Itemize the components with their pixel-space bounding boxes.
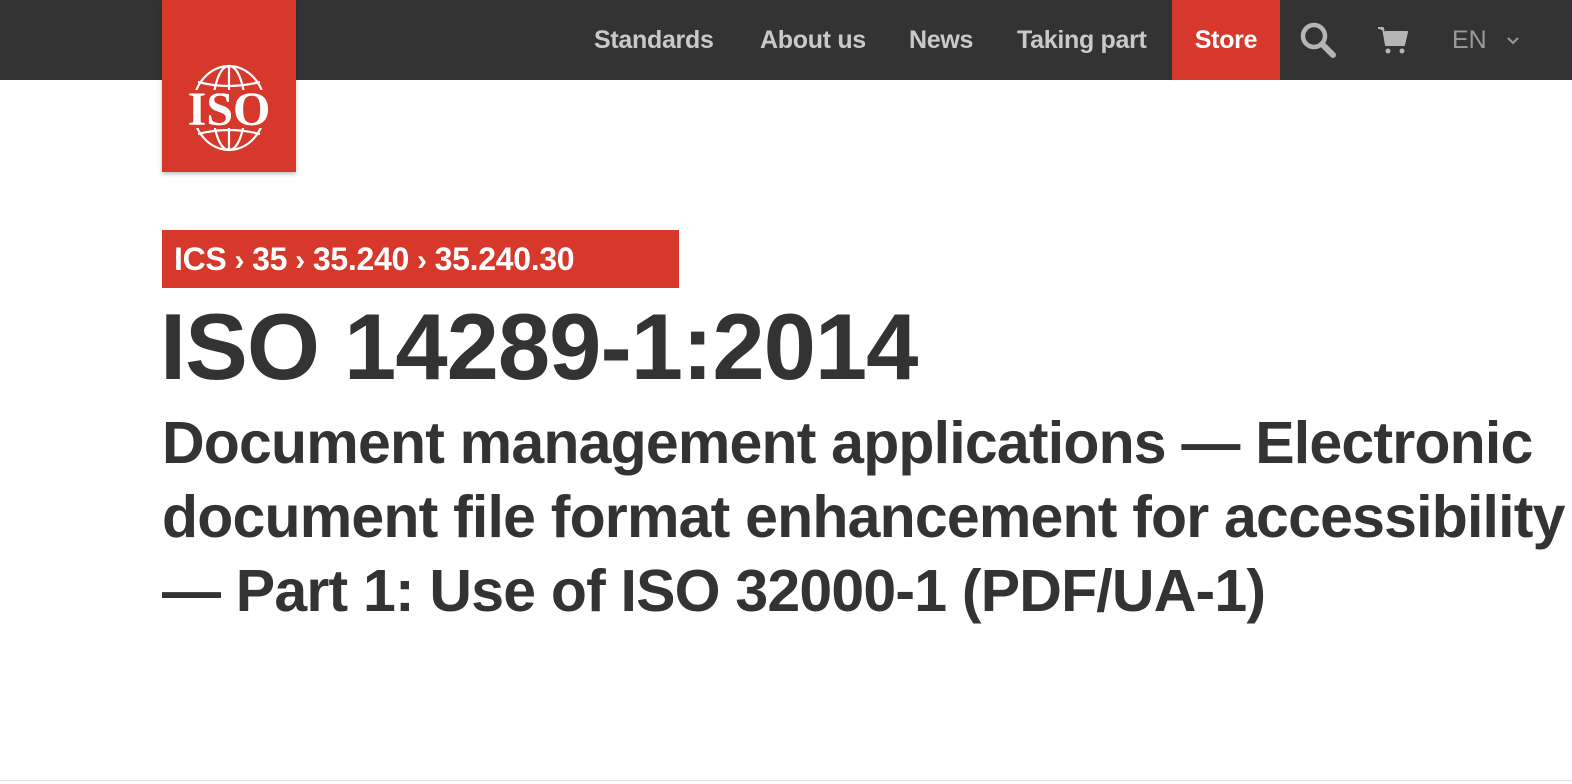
nav-standards[interactable]: Standards (594, 0, 714, 80)
globe-icon: ISO (176, 64, 282, 152)
language-selector[interactable]: EN (1452, 0, 1520, 80)
nav-about-us[interactable]: About us (760, 0, 866, 80)
document-title: Document management applications — Elect… (162, 410, 1565, 624)
breadcrumb-separator: › (416, 244, 427, 277)
breadcrumb-35-240-30[interactable]: 35.240.30 (435, 241, 575, 277)
breadcrumb-35-240[interactable]: 35.240 (313, 241, 409, 277)
breadcrumb-35[interactable]: 35 (252, 241, 287, 277)
logo-text: ISO (188, 83, 271, 136)
document-id: ISO 14289-1:2014 (160, 294, 918, 399)
nav-news[interactable]: News (909, 0, 973, 80)
language-label: EN (1452, 26, 1487, 54)
chevron-down-icon (1506, 0, 1520, 78)
nav-taking-part[interactable]: Taking part (1017, 0, 1147, 80)
breadcrumb-ics[interactable]: ICS (174, 241, 227, 277)
divider (0, 780, 1572, 781)
iso-logo[interactable]: ISO (162, 0, 296, 172)
cart-icon[interactable] (1373, 20, 1413, 60)
nav-store[interactable]: Store (1172, 0, 1280, 80)
search-icon[interactable] (1298, 20, 1338, 60)
breadcrumb-separator: › (295, 244, 305, 277)
breadcrumb: ICS › 35 › 35.240 › 35.240.30 (162, 230, 679, 288)
breadcrumb-separator: › (234, 244, 245, 277)
